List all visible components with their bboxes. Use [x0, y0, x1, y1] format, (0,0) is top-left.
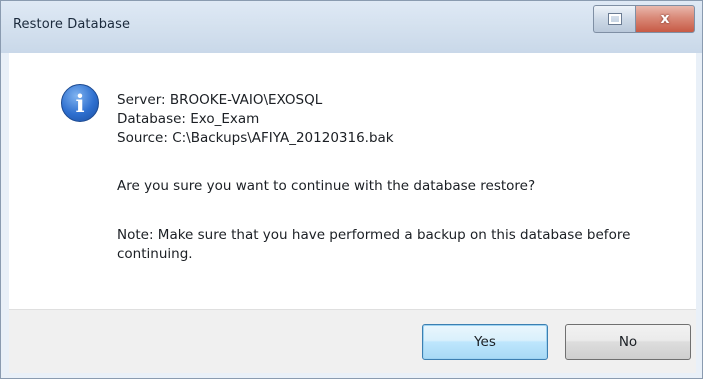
database-line: Database: Exo_Exam: [117, 111, 260, 127]
window-title: Restore Database: [13, 17, 131, 32]
backup-note: Note: Make sure that you have performed …: [117, 227, 631, 262]
source-line: Source: C:\Backups\AFIYA_20120316.bak: [117, 130, 394, 146]
close-window-button[interactable]: x: [635, 5, 695, 33]
title-bar[interactable]: Restore Database x: [1, 1, 702, 53]
confirmation-question: Are you sure you want to continue with t…: [117, 178, 536, 194]
server-line: Server: BROOKE-VAIO\EXOSQL: [117, 92, 323, 108]
yes-button[interactable]: Yes: [422, 324, 548, 360]
restore-window-button[interactable]: [593, 5, 635, 33]
restore-icon: [608, 14, 621, 24]
info-icon: i: [61, 84, 99, 122]
no-button[interactable]: No: [565, 324, 691, 360]
close-icon: x: [660, 11, 670, 27]
restore-database-dialog: Restore Database x i Server: BROOKE-VAIO…: [0, 0, 703, 379]
